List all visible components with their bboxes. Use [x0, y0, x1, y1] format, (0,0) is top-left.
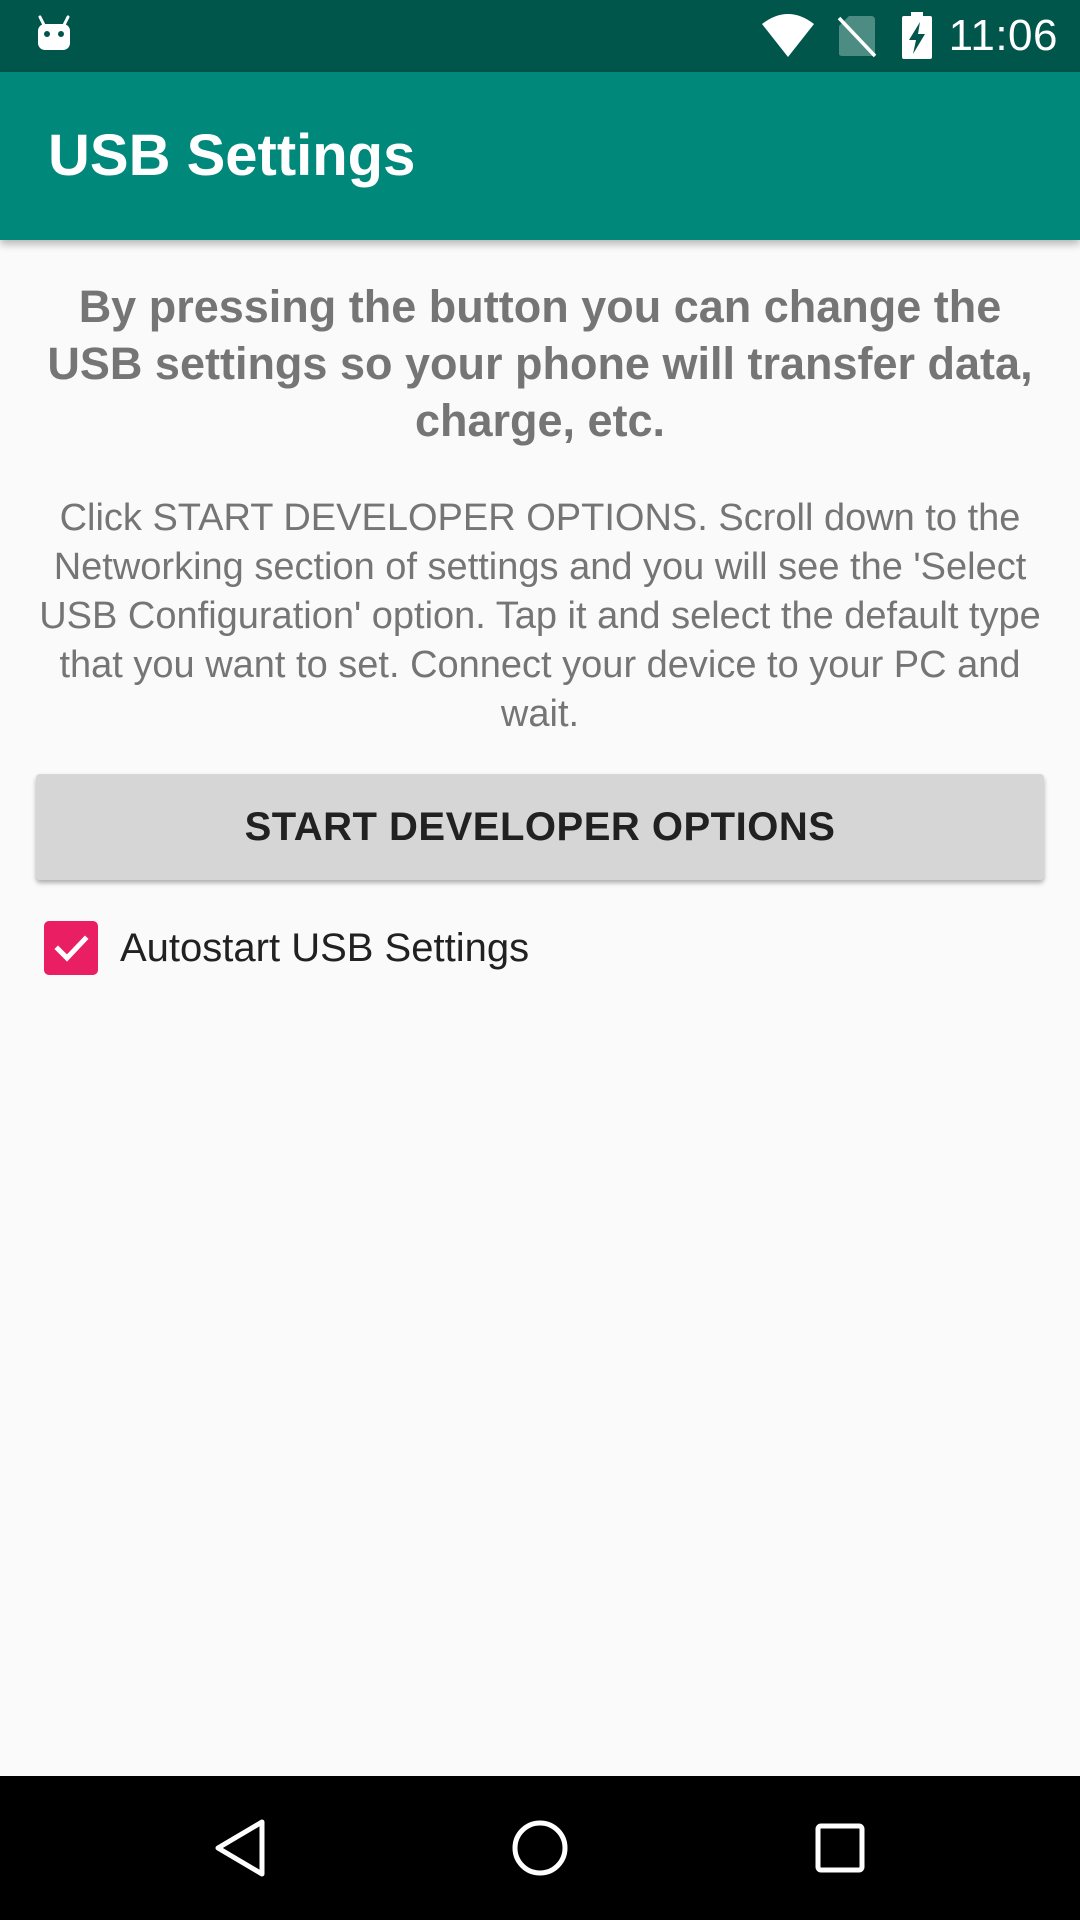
wifi-icon	[761, 14, 814, 57]
page-title: USB Settings	[48, 123, 416, 188]
start-developer-options-label: START DEVELOPER OPTIONS	[244, 804, 836, 849]
home-button[interactable]	[490, 1798, 590, 1898]
app-bar: USB Settings	[0, 72, 1080, 240]
status-bar: 11:06	[0, 0, 1080, 72]
android-notification-icon	[38, 15, 70, 50]
status-time: 11:06	[948, 11, 1058, 60]
back-icon	[215, 1819, 265, 1877]
navigation-bar	[0, 1776, 1080, 1920]
battery-charging-icon	[901, 12, 932, 59]
home-icon	[512, 1820, 568, 1876]
autostart-checkbox-label: Autostart USB Settings	[120, 925, 530, 970]
recents-icon	[815, 1823, 865, 1873]
no-sim-icon	[837, 16, 876, 58]
back-button[interactable]	[190, 1798, 290, 1898]
checkmark-icon	[54, 935, 89, 962]
headline-text: By pressing the button you can change th…	[47, 281, 1033, 446]
recents-button[interactable]	[790, 1798, 890, 1898]
instructions-text: Click START DEVELOPER OPTIONS. Scroll do…	[39, 497, 1041, 735]
status-icons: 11:06	[761, 0, 1058, 72]
autostart-checkbox-row[interactable]: Autostart USB Settings	[44, 920, 529, 976]
autostart-checkbox[interactable]	[44, 921, 98, 975]
screen: 11:06 USB Settings By pressing the butto…	[0, 0, 1080, 1920]
start-developer-options-button[interactable]: START DEVELOPER OPTIONS	[36, 774, 1044, 880]
